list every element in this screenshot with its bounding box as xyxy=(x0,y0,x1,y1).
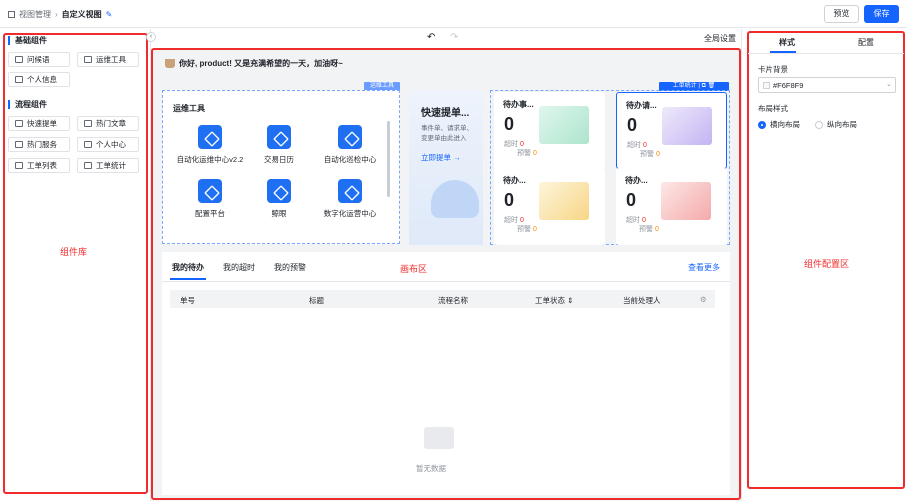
chart-icon xyxy=(84,162,92,169)
greeting-widget[interactable]: 你好, product! 又是充满希望的一天，加油呀~ xyxy=(165,58,343,69)
empty-box-icon xyxy=(424,427,454,449)
breadcrumb-root[interactable]: 视图管理 xyxy=(19,9,51,20)
app-logo-icon xyxy=(198,179,222,203)
component-personal-center[interactable]: 个人中心 xyxy=(77,137,139,152)
heart-icon xyxy=(15,141,23,148)
component-quick-ticket[interactable]: 快速提单 xyxy=(8,116,70,131)
quick-ticket-widget[interactable]: 快速提单... 事件单、请求单、 变更单由此进入 立即提单 → xyxy=(409,90,483,245)
app-logo-icon xyxy=(267,179,291,203)
stat-card[interactable]: 待办请... 0 超时 0 预警 0 xyxy=(616,92,727,169)
id-card-icon xyxy=(15,76,23,83)
col-status[interactable]: 工单状态 ⇕ xyxy=(535,295,573,306)
app-logo-icon xyxy=(267,125,291,149)
edit-icon[interactable]: ✎ xyxy=(106,10,113,19)
user-icon xyxy=(84,141,92,148)
stat-card[interactable]: 待办... 0 超时 0 预警 0 xyxy=(494,168,605,245)
tab-my-warning[interactable]: 我的预警 xyxy=(274,262,306,273)
bg-label: 卡片背景 xyxy=(758,65,788,74)
divider xyxy=(748,53,904,54)
settings-icon[interactable]: ⚙ xyxy=(700,295,707,304)
component-ticket-stats[interactable]: 工单统计 xyxy=(77,158,139,173)
component-hot-articles[interactable]: 热门文章 xyxy=(77,116,139,131)
app-item[interactable]: 鲸眼 xyxy=(249,179,309,219)
component-library: 基础组件 问候语 运维工具 个人信息 流程组件 快速提单 热门文章 热门服务 个… xyxy=(0,29,151,501)
quick-ticket-title: 快速提单... xyxy=(421,108,470,119)
component-ops-tools[interactable]: 运维工具 xyxy=(77,52,139,67)
tab-my-todo[interactable]: 我的待办 xyxy=(172,262,204,273)
ticket-icon xyxy=(15,120,23,127)
chevron-right-icon: › xyxy=(55,10,58,19)
quick-ticket-desc-2: 变更单由此进入 xyxy=(421,135,467,142)
radio-vertical[interactable]: 纵向布局 xyxy=(815,119,857,130)
app-item[interactable]: 交易日历 xyxy=(249,125,309,165)
config-panel: 样式 配置 卡片背景 #F6F8F9 ⌄ 布局样式 横向布局 纵向布局 组件配置… xyxy=(741,29,907,501)
tab-style[interactable]: 样式 xyxy=(779,37,795,48)
save-button[interactable]: 保存 xyxy=(864,5,899,23)
app-item[interactable]: 配置平台 xyxy=(180,179,240,219)
active-tab-underline xyxy=(170,278,206,280)
component-profile[interactable]: 个人信息 xyxy=(8,72,70,87)
radio-unchecked-icon xyxy=(815,120,823,129)
send-icon xyxy=(15,56,23,63)
scrollbar[interactable] xyxy=(387,121,390,197)
article-icon xyxy=(84,120,92,127)
list-icon xyxy=(15,162,23,169)
stat-card[interactable]: 待办... 0 超时 0 预警 0 xyxy=(616,168,727,245)
chevron-down-icon: ⌄ xyxy=(886,81,892,88)
undo-icon[interactable]: ↶ xyxy=(427,32,435,43)
app-logo-icon xyxy=(338,125,362,149)
app-item[interactable]: 自动化运维中心v2.2 xyxy=(175,125,245,165)
canvas-toolbar: ↶ ↷ 全局设置 xyxy=(152,30,740,48)
component-ticket-list[interactable]: 工单列表 xyxy=(8,158,70,173)
radio-checked-icon xyxy=(758,120,766,129)
quick-ticket-desc-1: 事件单、请求单、 xyxy=(421,125,473,132)
col-ticket-no: 单号 xyxy=(180,296,195,305)
change-illustration-icon xyxy=(539,182,589,220)
global-settings-link[interactable]: 全局设置 xyxy=(704,33,736,44)
tab-my-timeout[interactable]: 我的超时 xyxy=(223,262,255,273)
ops-tools-title: 运维工具 xyxy=(173,104,205,113)
app-item[interactable]: 自动化巡检中心 xyxy=(315,125,385,165)
coffee-icon xyxy=(165,59,175,68)
ticket-illustration-icon xyxy=(539,106,589,144)
breadcrumb: 视图管理 › 自定义视图 ✎ xyxy=(8,9,112,20)
bg-color-select[interactable]: #F6F8F9 ⌄ xyxy=(758,77,896,93)
breadcrumb-current: 自定义视图 xyxy=(61,10,102,19)
grid-icon xyxy=(8,11,15,18)
tab-config[interactable]: 配置 xyxy=(858,37,874,48)
layout-label: 布局样式 xyxy=(758,104,788,113)
view-more-link[interactable]: 查看更多 xyxy=(688,262,720,273)
component-greeting[interactable]: 问候语 xyxy=(8,52,70,67)
group-flow-title: 流程组件 xyxy=(8,100,47,109)
radio-horizontal[interactable]: 横向布局 xyxy=(758,119,800,130)
preview-button[interactable]: 预览 xyxy=(824,5,859,23)
ticket-list-widget: 我的待办 我的超时 我的预警 画布区 查看更多 暂无数据 xyxy=(162,252,730,495)
canvas-label: 画布区 xyxy=(400,264,428,274)
app-logo-icon xyxy=(338,179,362,203)
group-basic-title: 基础组件 xyxy=(8,36,47,45)
bg-color-value: #F6F8F9 xyxy=(773,81,804,90)
question-illustration-icon xyxy=(661,182,711,220)
app-logo-icon xyxy=(198,125,222,149)
app-item[interactable]: 数字化运营中心 xyxy=(315,179,385,219)
table-header: 单号 标题 流程名称 工单状态 ⇕ 当前处理人 ⚙ xyxy=(170,290,715,308)
divider xyxy=(162,281,730,282)
request-illustration-icon xyxy=(662,107,712,145)
library-label: 组件库 xyxy=(60,247,88,257)
col-handler: 当前处理人 xyxy=(623,296,661,305)
redo-icon[interactable]: ↷ xyxy=(450,32,458,43)
col-title: 标题 xyxy=(309,296,324,305)
color-swatch xyxy=(763,82,770,89)
col-process: 流程名称 xyxy=(438,296,468,305)
empty-text: 暂无数据 xyxy=(416,464,446,473)
top-bar: 视图管理 › 自定义视图 ✎ 预览 保存 xyxy=(0,0,907,28)
toolbox-icon xyxy=(84,56,92,63)
cloud-icon xyxy=(431,180,479,218)
ops-tools-widget[interactable]: 运维工具 自动化运维中心v2.2 交易日历 自动化巡检中心 配置平台 鲸眼 数字… xyxy=(162,90,400,244)
config-label: 组件配置区 xyxy=(804,259,850,269)
stat-card[interactable]: 待办事... 0 超时 0 预警 0 xyxy=(494,92,605,169)
component-hot-services[interactable]: 热门服务 xyxy=(8,137,70,152)
quick-ticket-link[interactable]: 立即提单 → xyxy=(421,152,461,163)
